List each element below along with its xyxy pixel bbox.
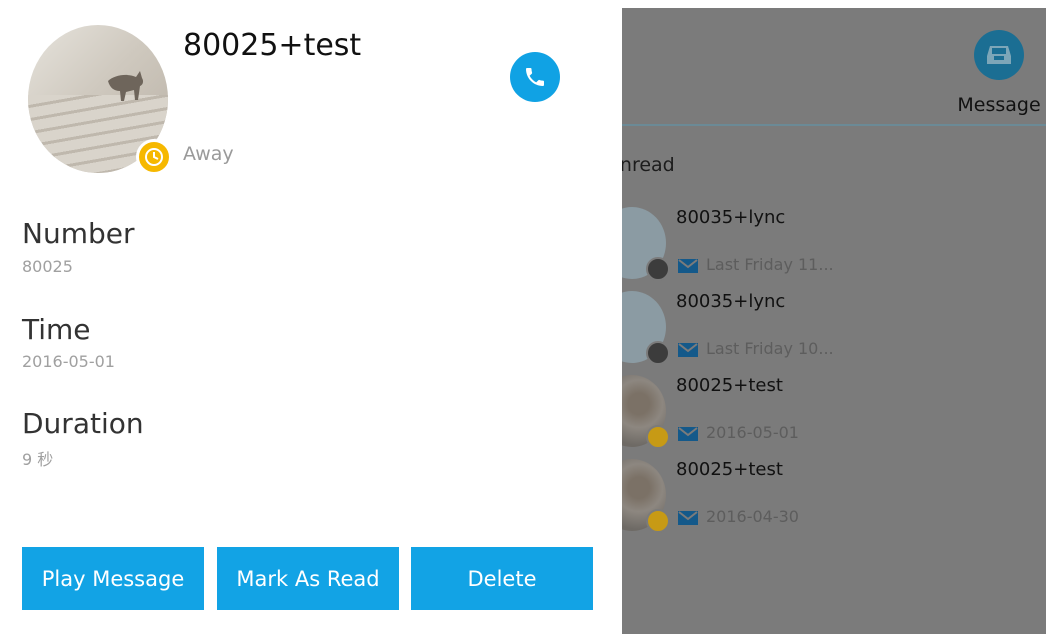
list-item-subtitle: Last Friday 11...: [706, 255, 834, 274]
message-tab-label: Message: [957, 94, 1041, 116]
list-item[interactable]: 80035+lync Last Friday 10...: [622, 291, 1046, 375]
time-value: 2016-05-01: [22, 352, 115, 371]
header-divider: [622, 124, 1046, 126]
mail-icon: [678, 343, 698, 357]
status-away-icon: [646, 425, 670, 449]
list-item-subtitle: Last Friday 10...: [706, 339, 834, 358]
message-tab[interactable]: Message: [952, 30, 1046, 122]
list-item[interactable]: 80035+lync Last Friday 11...: [622, 207, 1046, 291]
number-label: Number: [22, 217, 135, 250]
top-strip: [0, 0, 1046, 8]
list-item[interactable]: 80025+test 2016-04-30: [622, 459, 1046, 543]
number-value: 80025: [22, 257, 73, 276]
status-offline-icon: [646, 257, 670, 281]
list-item-name: 80035+lync: [676, 291, 786, 312]
message-detail-panel: 80025+test Away Number 80025 Time 2016-0…: [0, 8, 622, 634]
list-item-name: 80025+test: [676, 459, 783, 480]
status-away-icon: [646, 509, 670, 533]
presence-status: Away: [183, 143, 234, 165]
time-label: Time: [22, 313, 91, 346]
list-item-subtitle: 2016-04-30: [706, 507, 799, 526]
duration-label: Duration: [22, 407, 144, 440]
mark-as-read-button[interactable]: Mark As Read: [217, 547, 399, 610]
section-title-unread: Unread: [622, 154, 675, 176]
list-item-name: 80025+test: [676, 375, 783, 396]
inbox-icon: [974, 30, 1024, 80]
list-item[interactable]: 80025+test 2016-05-01: [622, 375, 1046, 459]
call-button[interactable]: [510, 52, 560, 102]
contact-name: 80025+test: [183, 28, 362, 63]
away-clock-icon: [136, 139, 172, 175]
phone-icon: [526, 68, 544, 86]
duration-value: 9 秒: [22, 450, 54, 469]
mail-icon: [678, 259, 698, 273]
mail-icon: [678, 511, 698, 525]
mail-icon: [678, 427, 698, 441]
status-offline-icon: [646, 341, 670, 365]
list-item-subtitle: 2016-05-01: [706, 423, 799, 442]
cat-photo-icon: [100, 63, 146, 103]
delete-button[interactable]: Delete: [411, 547, 593, 610]
list-item-name: 80035+lync: [676, 207, 786, 228]
play-message-button[interactable]: Play Message: [22, 547, 204, 610]
